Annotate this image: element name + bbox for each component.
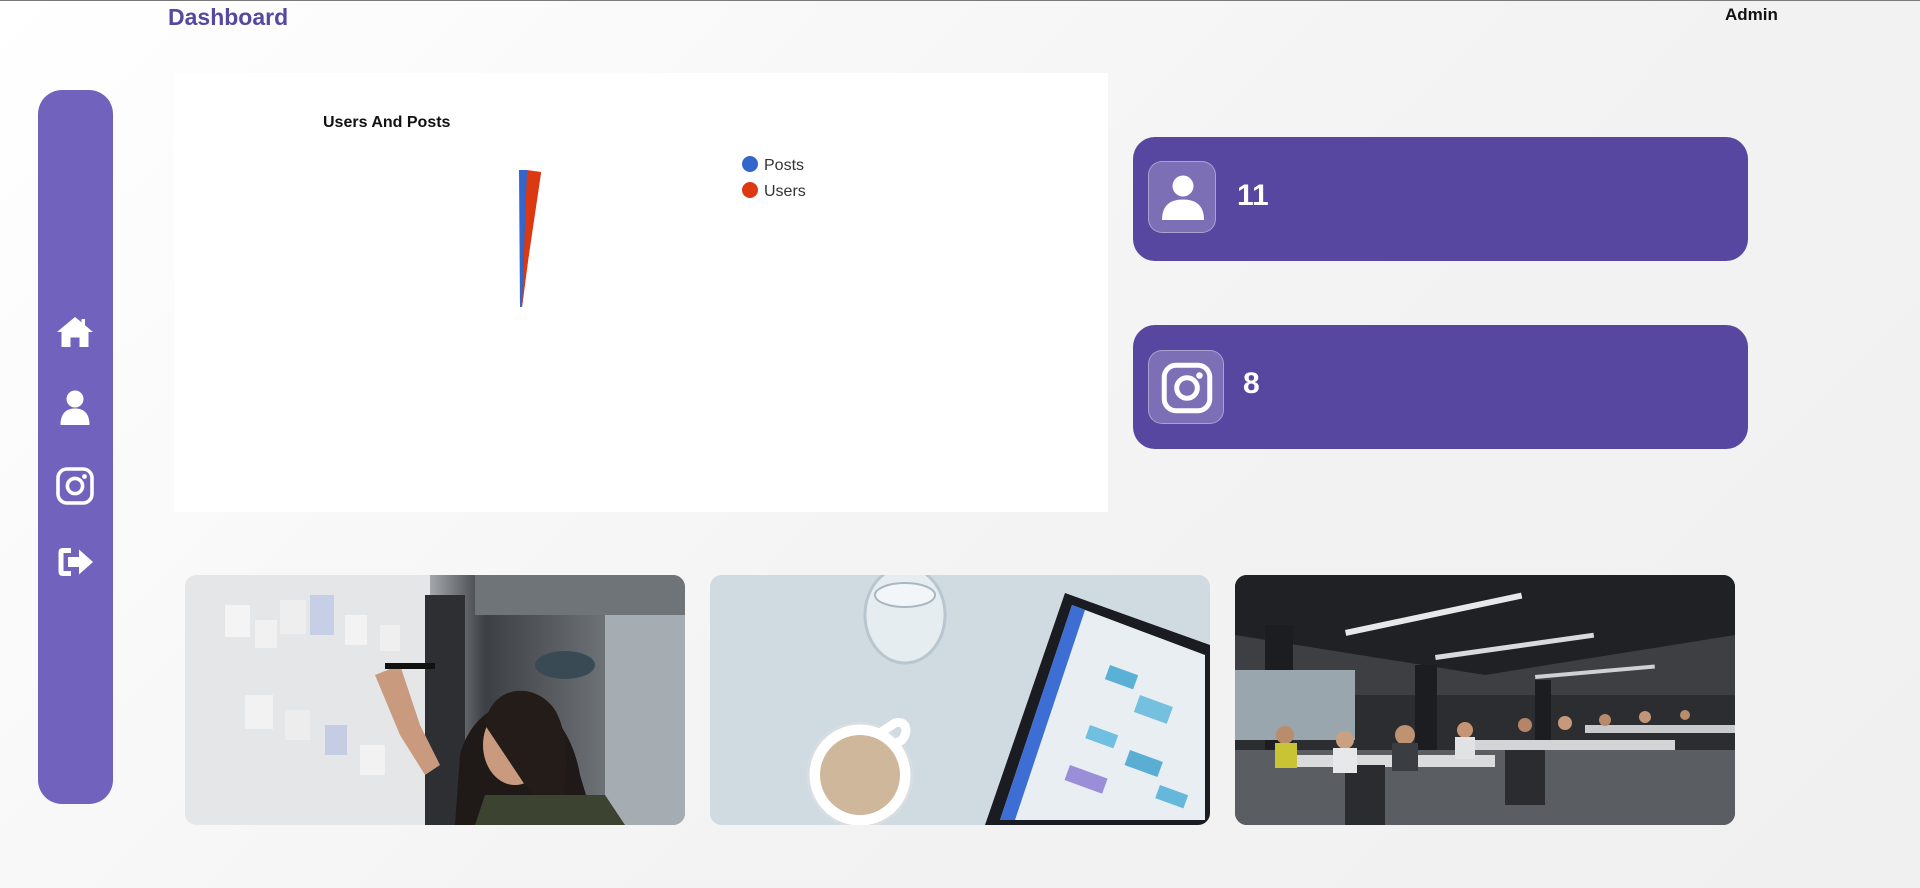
sidebar-item-posts[interactable]: [55, 466, 95, 506]
sidebar-item-logout[interactable]: [55, 542, 95, 582]
sidebar: [38, 90, 113, 804]
image-icon: [1235, 575, 1735, 825]
legend-marker-posts: [742, 156, 758, 172]
legend-label-users: Users: [764, 183, 806, 200]
photo-tablet-coffee: [710, 575, 1210, 825]
pie-chart-svg: Users And Posts Posts Users: [323, 114, 806, 307]
instagram-icon: [1161, 362, 1213, 414]
user-icon: [60, 390, 90, 425]
admin-label[interactable]: Admin: [1725, 5, 1778, 25]
stat-icon-box: [1148, 350, 1224, 424]
photo-whiteboard: [185, 575, 685, 825]
image-icon: [710, 575, 1210, 825]
sidebar-item-users[interactable]: [55, 388, 95, 428]
sidebar-item-home[interactable]: [55, 312, 95, 352]
image-icon: [185, 575, 685, 825]
stat-icon-box: [1148, 161, 1216, 233]
legend-label-posts: Posts: [764, 157, 804, 174]
user-icon: [1162, 175, 1204, 220]
home-icon: [57, 317, 93, 347]
legend-item-posts[interactable]: Posts: [742, 156, 804, 174]
users-posts-chart: Users And Posts Posts Users: [174, 73, 1108, 512]
page-title: Dashboard: [168, 4, 289, 30]
users-count-card[interactable]: 11: [1133, 137, 1748, 261]
legend-marker-users: [742, 182, 758, 198]
users-count: 11: [1237, 179, 1269, 212]
legend-item-users[interactable]: Users: [742, 182, 806, 200]
top-border: [0, 0, 1920, 1]
posts-count-card[interactable]: 8: [1133, 325, 1748, 449]
posts-count: 8: [1243, 367, 1260, 400]
chart-title: Users And Posts: [323, 114, 451, 131]
logout-icon: [58, 548, 93, 576]
photo-open-office: [1235, 575, 1735, 825]
instagram-icon: [56, 467, 94, 505]
